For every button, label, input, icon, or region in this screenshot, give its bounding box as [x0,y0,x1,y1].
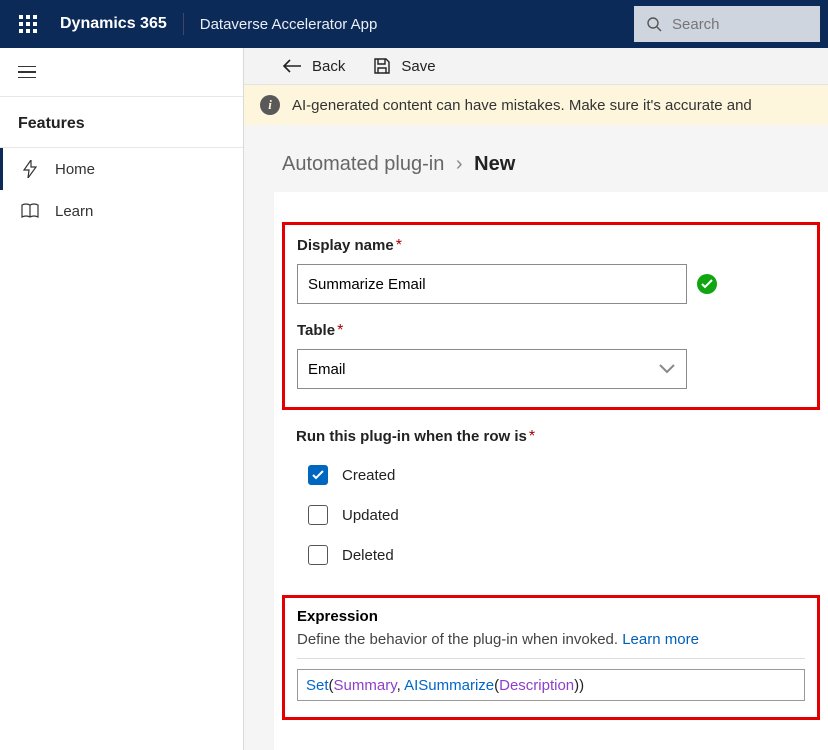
option-deleted[interactable]: Deleted [296,535,820,575]
banner-text: AI-generated content can have mistakes. … [292,97,752,114]
breadcrumb-current: New [474,153,515,175]
save-button[interactable]: Save [373,57,435,75]
save-label: Save [401,58,435,75]
option-label: Created [342,467,395,484]
expression-title: Expression [297,608,805,625]
display-name-input[interactable] [297,264,687,304]
brand-divider [183,13,184,35]
book-icon [21,202,39,220]
sidebar-item-learn[interactable]: Learn [0,190,243,232]
checkbox-icon [308,465,328,485]
sidebar-item-label: Learn [55,203,93,220]
required-marker: * [396,237,402,254]
table-select-value: Email [308,361,346,378]
back-button[interactable]: Back [282,58,345,75]
chevron-down-icon [658,363,676,375]
hamburger-button[interactable] [0,48,243,96]
checkbox-icon [308,545,328,565]
ai-warning-banner: i AI-generated content can have mistakes… [244,85,828,125]
option-updated[interactable]: Updated [296,495,820,535]
table-select[interactable]: Email [297,349,687,389]
breadcrumb: Automated plug-in › New [244,125,828,192]
info-icon: i [260,95,280,115]
display-name-label: Display name [297,237,394,254]
breadcrumb-separator: › [456,153,463,175]
app-name: Dataverse Accelerator App [200,16,378,33]
name-table-highlight: Display name* Table* Email [282,222,820,410]
learn-more-link[interactable]: Learn more [622,631,699,648]
search-icon [646,16,662,32]
toolbar: Back Save [244,48,828,85]
waffle-icon [19,15,37,33]
option-label: Updated [342,507,399,524]
lightning-icon [21,160,39,178]
run-when-section: Run this plug-in when the row is* Create… [282,428,820,575]
sidebar-section-title: Features [0,97,243,147]
checkbox-icon [308,505,328,525]
sidebar-item-home[interactable]: Home [0,148,243,190]
run-when-label: Run this plug-in when the row is [296,428,527,445]
option-label: Deleted [342,547,394,564]
option-created[interactable]: Created [296,455,820,495]
form-card: Display name* Table* Email [274,192,828,750]
sidebar-item-label: Home [55,161,95,178]
expression-divider [297,658,805,659]
required-marker: * [529,428,535,445]
back-arrow-icon [282,59,302,73]
main-content: Back Save i AI-generated content can hav… [244,48,828,750]
top-nav-bar: Dynamics 365 Dataverse Accelerator App [0,0,828,48]
back-label: Back [312,58,345,75]
expression-input[interactable]: Set(Summary, AISummarize(Description)) [297,669,805,701]
expression-highlight: Expression Define the behavior of the pl… [282,595,820,720]
hamburger-icon [18,66,36,79]
expression-description: Define the behavior of the plug-in when … [297,631,805,648]
table-label: Table [297,322,335,339]
breadcrumb-parent[interactable]: Automated plug-in [282,153,444,175]
app-launcher-button[interactable] [8,4,48,44]
save-icon [373,57,391,75]
brand-title: Dynamics 365 [60,15,167,33]
sidebar: Features Home Learn [0,48,244,750]
checkmark-icon [697,274,717,294]
required-marker: * [337,322,343,339]
search-input[interactable] [672,16,808,33]
search-box[interactable] [634,6,820,42]
